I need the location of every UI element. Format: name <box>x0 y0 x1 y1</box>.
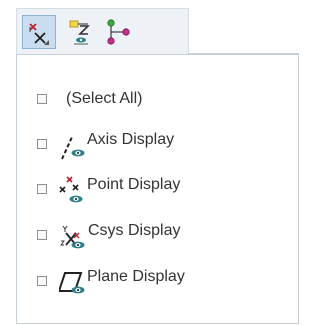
layer-visibility-button[interactable] <box>64 15 98 49</box>
select-all-checkbox[interactable] <box>37 94 47 104</box>
list-item-axis-display[interactable]: Axis Display <box>17 130 297 160</box>
axis-display-label: Axis Display <box>87 131 175 148</box>
plane-display-checkbox[interactable] <box>37 276 47 286</box>
axis-display-checkbox[interactable] <box>37 139 47 149</box>
display-filter-button[interactable] <box>22 15 56 49</box>
csys-display-icon <box>60 225 85 249</box>
point-display-label: Point Display <box>87 176 181 193</box>
list-item-point-display[interactable]: Point Display <box>17 175 297 205</box>
display-filter-list: (Select All) Axis Display Point Display <box>16 54 299 324</box>
display-filter-icon <box>29 23 49 45</box>
plane-display-icon <box>59 272 85 294</box>
select-all-label: (Select All) <box>66 90 143 107</box>
list-item-plane-display[interactable]: Plane Display <box>17 267 297 297</box>
axis-display-icon <box>61 136 85 160</box>
point-display-icon <box>59 176 83 203</box>
list-item-csys-display[interactable]: Csys Display <box>17 221 297 251</box>
layer-visibility-icon <box>69 20 90 45</box>
plane-display-label: Plane Display <box>87 268 185 285</box>
tree-node-button[interactable] <box>102 15 136 49</box>
display-filter-toolbar <box>16 8 189 54</box>
csys-display-checkbox[interactable] <box>37 230 47 240</box>
tree-node-icon <box>107 19 130 45</box>
list-item-select-all[interactable]: (Select All) <box>17 85 297 115</box>
point-display-checkbox[interactable] <box>37 184 47 194</box>
csys-display-label: Csys Display <box>88 222 181 239</box>
